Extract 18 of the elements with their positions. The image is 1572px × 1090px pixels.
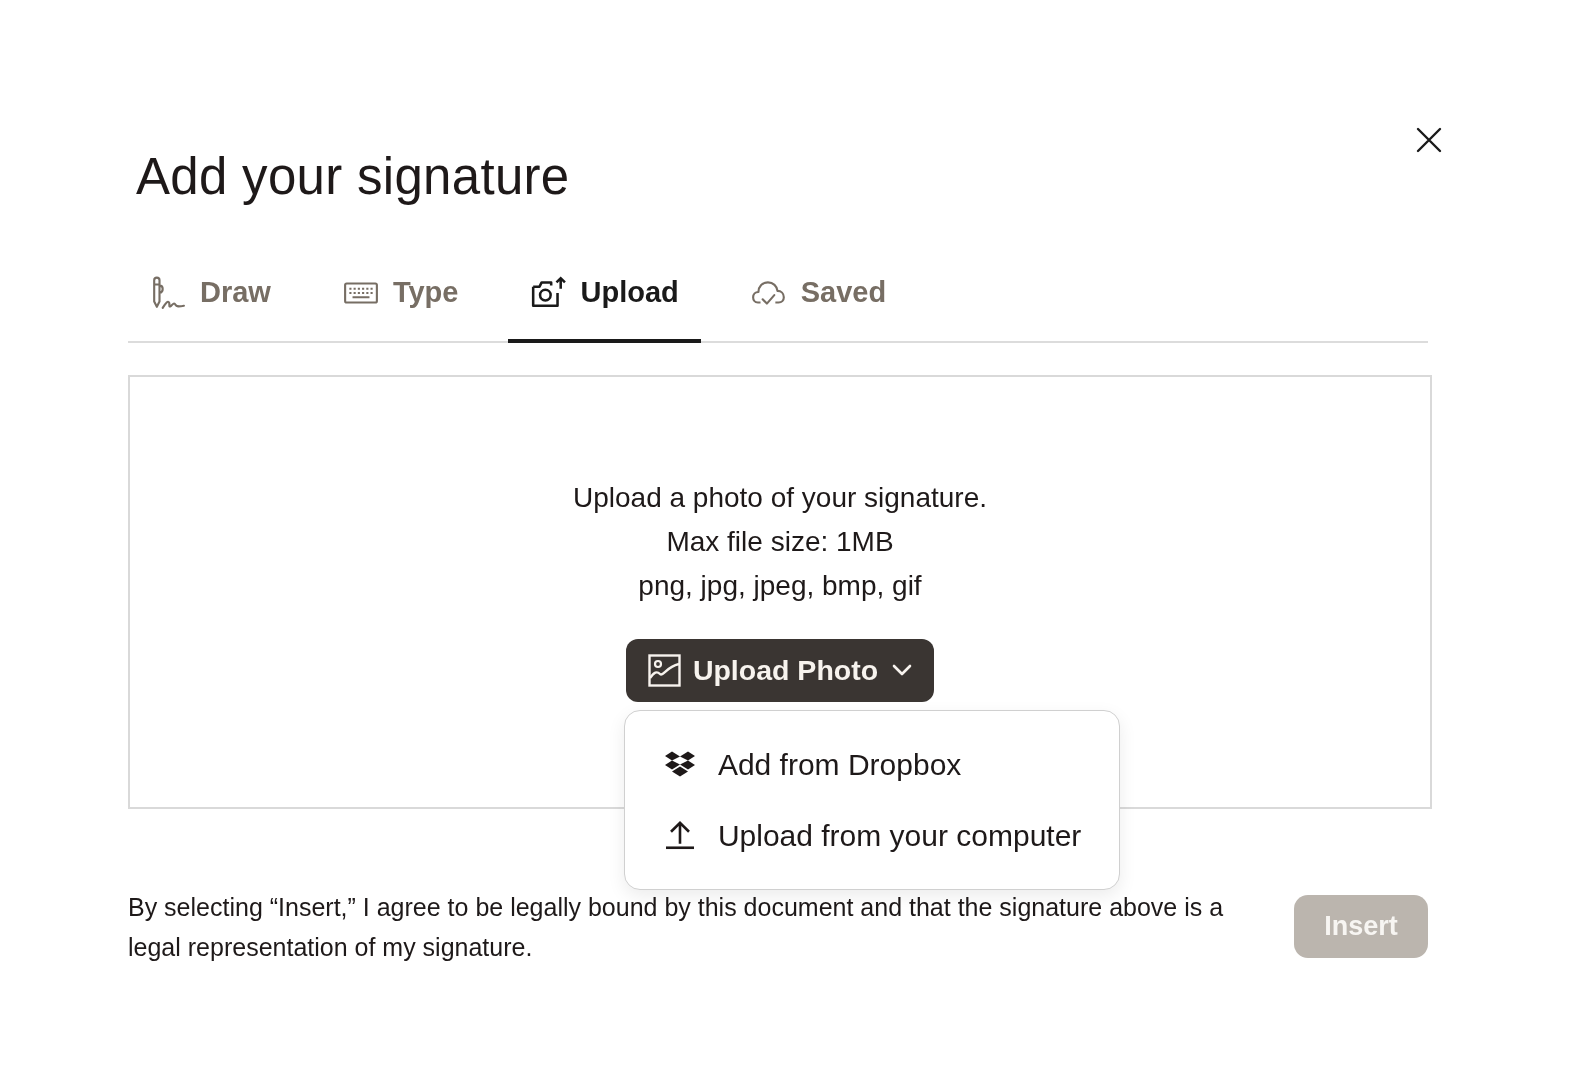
image-icon (647, 653, 681, 687)
tab[interactable]: Type (320, 261, 481, 343)
menu-item[interactable]: Upload from your computer (624, 799, 1119, 871)
tab[interactable]: Saved (728, 261, 909, 343)
upload-photo-button[interactable]: Upload Photo (625, 638, 935, 702)
tab[interactable]: Draw (128, 261, 293, 343)
chevron-down-icon (892, 664, 913, 677)
upload-instructions: Max file size: 1MB (666, 524, 894, 559)
menu-item[interactable]: Add from Dropbox (624, 728, 1119, 800)
agreement-text: By selecting “Insert,” I agree to be legally bound by this document and that the signature above is a legal representation of my signature. (128, 891, 1225, 963)
upload-instructions: png, jpg, jpeg, bmp, gif (638, 568, 922, 603)
close-icon (1416, 127, 1442, 153)
upload-instructions: Upload a photo of your signature. (572, 480, 988, 515)
tab[interactable]: Upload (508, 261, 701, 343)
dialog-title: Add your signature (136, 147, 570, 207)
camera-upload-icon (530, 275, 567, 310)
upload-icon (663, 820, 696, 851)
pen-signature-icon (150, 275, 186, 310)
